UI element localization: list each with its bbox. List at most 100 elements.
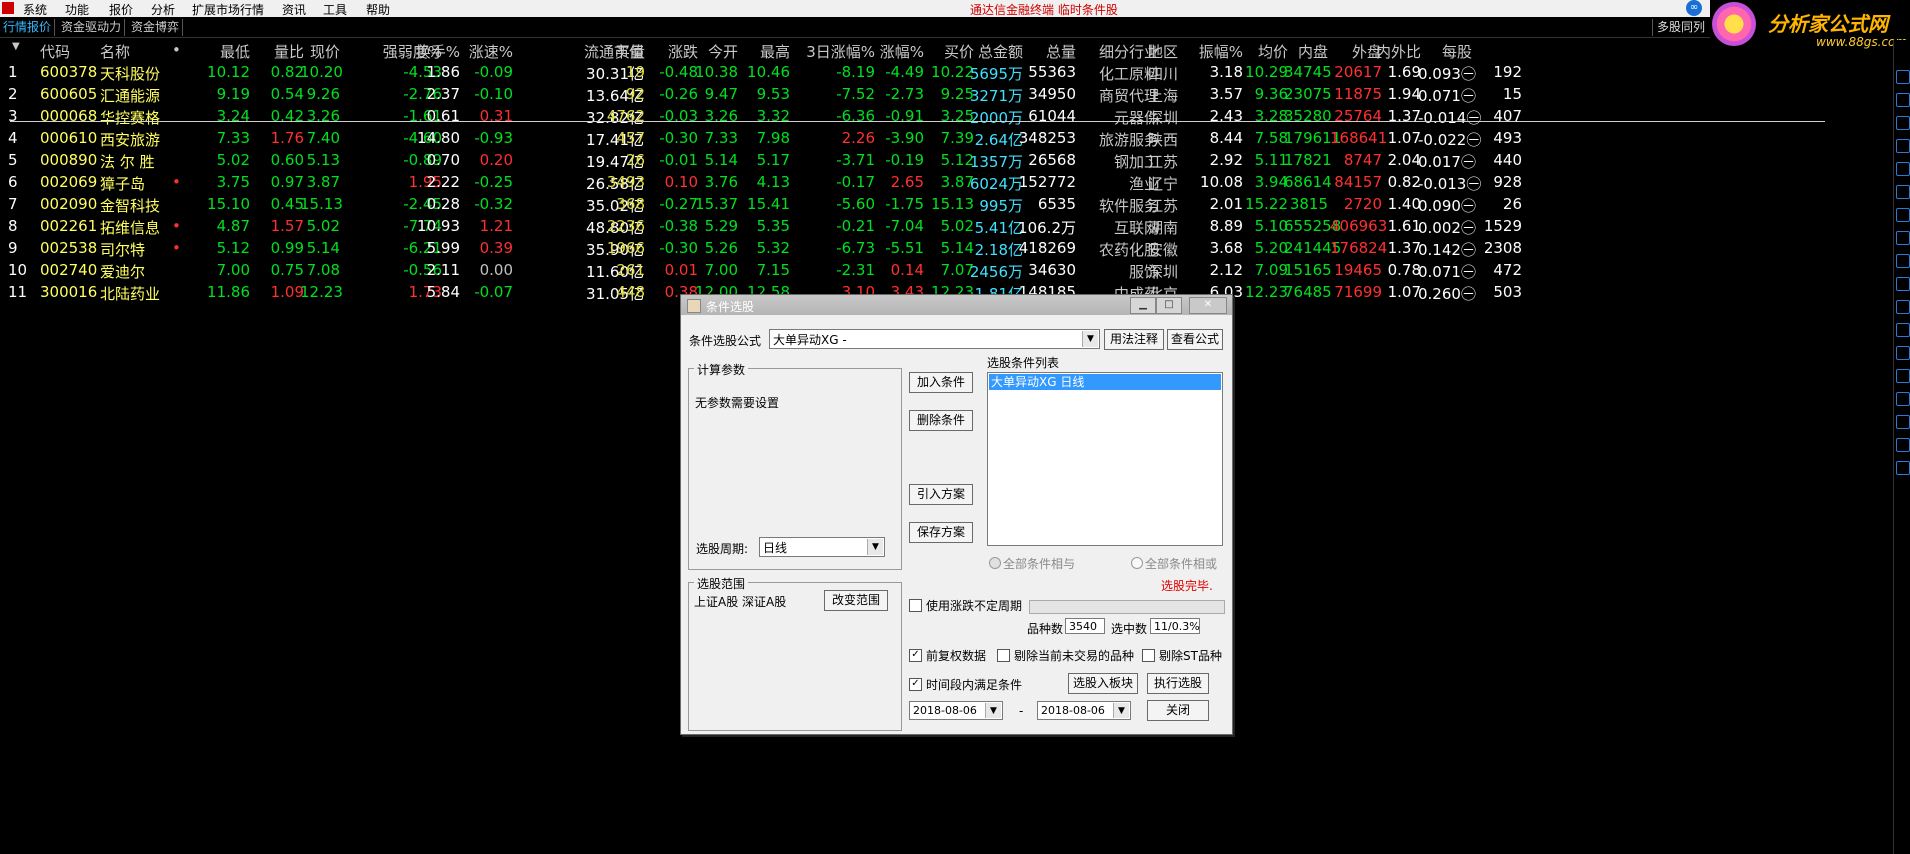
sort-arrow-icon[interactable]: ▼ bbox=[12, 41, 20, 52]
menu-system[interactable]: 系统 bbox=[23, 1, 47, 18]
toolbar-tool-icon[interactable] bbox=[1896, 208, 1910, 222]
chevron-down-icon[interactable]: ▼ bbox=[867, 539, 883, 555]
table-cell: 爱迪尔 bbox=[100, 263, 146, 281]
chevron-down-icon[interactable]: ▼ bbox=[1113, 703, 1129, 718]
toolbar-tool-icon[interactable] bbox=[1896, 438, 1910, 452]
list-item[interactable]: 大单异动XG 日线 bbox=[989, 374, 1221, 390]
toolbar-tool-icon[interactable] bbox=[1896, 116, 1910, 130]
column-header[interactable]: 总金额 bbox=[963, 41, 1023, 62]
radio-all-or[interactable] bbox=[1131, 557, 1143, 569]
table-cell: 0.017㊀ bbox=[1418, 153, 1476, 171]
add-condition-button[interactable]: 加入条件 bbox=[909, 372, 973, 393]
table-row[interactable]: 10 002740 爱迪尔 7.00 0.75 7.08 -0.56 2.11 0.00 11.6… bbox=[0, 258, 1900, 281]
toolbar-tool-icon[interactable] bbox=[1896, 162, 1910, 176]
column-header[interactable]: • bbox=[172, 41, 181, 59]
exclude-st-checkbox[interactable] bbox=[1142, 649, 1155, 662]
table-row[interactable]: 6 002069 獐子岛 • 3.75 0.97 3.87 1.95 2.22 -0.25 26.5… bbox=[0, 170, 1900, 193]
execute-select-button[interactable]: 执行选股 bbox=[1147, 673, 1209, 694]
minimize-icon[interactable]: ▁ bbox=[1130, 297, 1156, 314]
column-header[interactable]: 地区 bbox=[1148, 41, 1178, 62]
toolbar-tool-icon[interactable] bbox=[1896, 392, 1910, 406]
tab-quotes[interactable]: 行情报价 bbox=[0, 19, 56, 36]
toolbar-tool-icon[interactable] bbox=[1896, 461, 1910, 475]
uncertain-period-label: 使用涨跌不定周期 bbox=[926, 599, 1023, 613]
toolbar-tool-icon[interactable] bbox=[1896, 415, 1910, 429]
table-row[interactable]: 9 002538 司尔特 • 5.12 0.99 5.14 -6.21 5.99 0.39 35.9… bbox=[0, 236, 1900, 259]
menu-news[interactable]: 资讯 bbox=[282, 1, 306, 18]
column-header[interactable]: 代码 bbox=[40, 41, 70, 62]
column-header[interactable]: 外盘 bbox=[1330, 41, 1382, 62]
column-header[interactable]: 最高 bbox=[740, 41, 790, 62]
view-formula-button[interactable]: 查看公式 bbox=[1167, 329, 1223, 350]
period-select[interactable]: 日线 ▼ bbox=[759, 537, 885, 557]
toolbar-tool-icon[interactable] bbox=[1896, 139, 1910, 153]
date-to-field[interactable]: 2018-08-06 ▼ bbox=[1037, 701, 1131, 720]
column-header[interactable]: 量比 bbox=[254, 41, 304, 62]
column-header[interactable]: 现价 bbox=[300, 41, 340, 62]
table-cell: 1.07 bbox=[1387, 283, 1421, 301]
table-row[interactable]: 7 002090 金智科技 15.10 0.45 15.13 -2.45 0.28 -0.32 3… bbox=[0, 192, 1900, 215]
table-cell: 15.13 bbox=[300, 195, 343, 213]
timerange-checkbox[interactable]: ✓ bbox=[909, 678, 922, 691]
toolbar-tool-icon[interactable] bbox=[1896, 93, 1910, 107]
toolbar-tool-icon[interactable] bbox=[1896, 277, 1910, 291]
tab-fund-game[interactable]: 资金博弈 bbox=[128, 19, 184, 36]
column-header[interactable]: 内外比 bbox=[1376, 41, 1421, 62]
toolbar-tool-icon[interactable] bbox=[1896, 323, 1910, 337]
column-header[interactable]: 买量 bbox=[590, 41, 645, 62]
column-header[interactable]: 均价 bbox=[1240, 41, 1288, 62]
close-icon[interactable]: ✕ bbox=[1189, 297, 1227, 314]
menu-analysis[interactable]: 分析 bbox=[151, 1, 175, 18]
delete-condition-button[interactable]: 删除条件 bbox=[909, 410, 973, 431]
chevron-down-icon[interactable]: ▼ bbox=[1082, 331, 1098, 347]
save-plan-button[interactable]: 保存方案 bbox=[909, 522, 973, 543]
menu-quote[interactable]: 报价 bbox=[109, 1, 133, 18]
to-block-button[interactable]: 选股入板块 bbox=[1068, 673, 1138, 694]
restore-rights-checkbox[interactable]: ✓ bbox=[909, 649, 922, 662]
usage-notes-button[interactable]: 用法注释 bbox=[1104, 329, 1164, 350]
close-button[interactable]: 关闭 bbox=[1147, 700, 1209, 721]
menu-help[interactable]: 帮助 bbox=[366, 1, 390, 18]
column-header[interactable]: 名称 bbox=[100, 41, 130, 62]
condition-list[interactable]: 大单异动XG 日线 bbox=[987, 372, 1223, 546]
table-row[interactable]: 3 000068 华控赛格 3.24 0.42 3.26 -1.61 0.61 0.31 32.8… bbox=[0, 104, 1900, 127]
column-header[interactable]: 振幅% bbox=[1192, 41, 1243, 62]
cloud-icon[interactable]: ∞ bbox=[1686, 0, 1702, 16]
chevron-down-icon[interactable]: ▼ bbox=[985, 703, 1001, 718]
menu-extended-market[interactable]: 扩展市场行情 bbox=[192, 1, 264, 18]
exclude-untraded-checkbox[interactable] bbox=[997, 649, 1010, 662]
radio-all-and[interactable] bbox=[989, 557, 1001, 569]
table-row[interactable]: 2 600605 汇通能源 9.19 0.54 9.26 -2.76 2.37 -0.10 13.… bbox=[0, 82, 1900, 105]
toolbar-tool-icon[interactable] bbox=[1896, 70, 1910, 84]
column-header[interactable]: 换手% bbox=[410, 41, 460, 62]
column-header[interactable]: 最低 bbox=[198, 41, 250, 62]
maximize-icon[interactable]: □ bbox=[1156, 297, 1182, 314]
table-cell: 2308 bbox=[1483, 239, 1522, 257]
column-header[interactable]: 每股 bbox=[1418, 41, 1472, 62]
multi-stock-button[interactable]: 多股同列 bbox=[1652, 19, 1705, 36]
column-header[interactable]: 内盘 bbox=[1284, 41, 1328, 62]
table-row[interactable]: 4 000610 西安旅游 7.33 1.76 7.40 -4.60 14.80 -0.93 17… bbox=[0, 126, 1900, 149]
change-range-button[interactable]: 改变范围 bbox=[824, 590, 888, 611]
column-header[interactable]: 涨速% bbox=[463, 41, 513, 62]
menu-tools[interactable]: 工具 bbox=[323, 1, 347, 18]
column-header[interactable]: 总量 bbox=[1016, 41, 1076, 62]
import-plan-button[interactable]: 引入方案 bbox=[909, 484, 973, 505]
toolbar-tool-icon[interactable] bbox=[1896, 185, 1910, 199]
toolbar-tool-icon[interactable] bbox=[1896, 254, 1910, 268]
toolbar-tool-icon[interactable] bbox=[1896, 369, 1910, 383]
date-from-field[interactable]: 2018-08-06 ▼ bbox=[909, 701, 1003, 720]
toolbar-tool-icon[interactable] bbox=[1896, 300, 1910, 314]
toolbar-tool-icon[interactable] bbox=[1896, 346, 1910, 360]
table-row[interactable]: 8 002261 拓维信息 • 4.87 1.57 5.02 -7.74 10.93 1.21 48… bbox=[0, 214, 1900, 237]
table-cell: 406963 bbox=[1330, 217, 1388, 235]
tab-fund-driver[interactable]: 资金驱动力 bbox=[58, 19, 126, 36]
toolbar-tool-icon[interactable] bbox=[1896, 231, 1910, 245]
table-row[interactable]: 5 000890 法 尔 胜 5.02 0.60 5.13 -0.89 0.70 0.20 19.… bbox=[0, 148, 1900, 171]
uncertain-period-checkbox[interactable] bbox=[909, 599, 922, 612]
menu-function[interactable]: 功能 bbox=[65, 1, 89, 18]
dialog-titlebar[interactable]: 条件选股 ▁ □ ✕ bbox=[681, 295, 1232, 315]
column-header[interactable]: 今开 bbox=[690, 41, 738, 62]
formula-select[interactable]: 大单异动XG - ▼ bbox=[769, 329, 1100, 349]
table-row[interactable]: 1 600378 天科股份 10.12 0.82 10.20 -4.53 1.86 -0.09 3… bbox=[0, 60, 1900, 83]
